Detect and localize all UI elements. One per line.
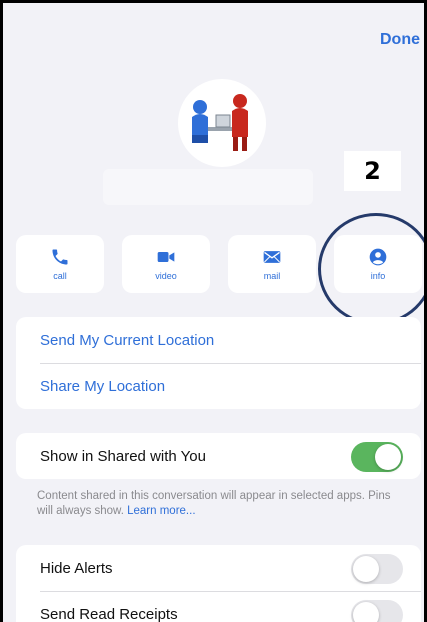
mail-label: mail [263,271,281,281]
send-current-location-button[interactable]: Send My Current Location [16,317,421,363]
done-button[interactable]: Done [380,31,420,49]
show-in-shared-label: Show in Shared with You [40,447,206,465]
show-in-shared-toggle[interactable] [351,442,403,472]
shared-footnote-text: Content shared in this conversation will… [37,490,391,517]
hide-alerts-row: Hide Alerts [16,545,421,591]
call-button[interactable]: call [16,235,104,293]
shared-with-you-card: Show in Shared with You [16,433,421,479]
video-camera-icon [157,252,175,262]
call-label: call [53,271,67,281]
envelope-icon [263,251,281,263]
contact-details-screen: Done 2 call video mail info Send My Curr… [3,3,424,622]
contact-name-redacted [103,169,313,205]
hide-alerts-toggle[interactable] [351,554,403,584]
hide-alerts-label: Hide Alerts [40,559,113,577]
alerts-card: Hide Alerts Send Read Receipts [16,545,421,622]
read-receipts-toggle[interactable] [351,600,403,622]
learn-more-link[interactable]: Learn more... [127,505,195,517]
read-receipts-row: Send Read Receipts [16,591,421,622]
mail-button[interactable]: mail [228,235,316,293]
location-card: Send My Current Location Share My Locati… [16,317,421,409]
phone-icon [52,249,68,265]
people-meeting-illustration-icon [192,94,248,151]
video-label: video [155,271,177,281]
avatar [178,79,266,167]
show-in-shared-row: Show in Shared with You [16,433,421,479]
step-number-badge: 2 [344,151,401,191]
read-receipts-label: Send Read Receipts [40,605,178,622]
info-highlight-circle [318,213,424,325]
share-location-button[interactable]: Share My Location [16,363,421,409]
video-button[interactable]: video [122,235,210,293]
shared-footnote: Content shared in this conversation will… [37,489,397,519]
